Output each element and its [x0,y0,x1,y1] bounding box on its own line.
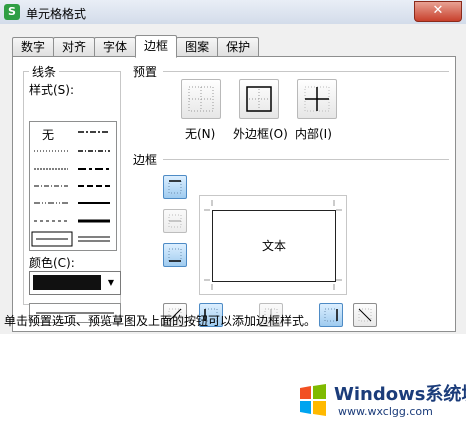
border-group-label: 边框 [133,153,158,167]
preset-outline-icon [246,86,272,112]
border-inside-horizontal-icon [168,214,182,228]
border-bottom-button[interactable] [163,243,187,267]
preset-inside-button[interactable] [297,79,337,119]
line-style-list[interactable]: 无 [29,121,117,251]
format-cells-dialog: 数字 对齐 字体 边框 图案 保护 线条 样式(S): 无 颜色(C): ▼ 预… [0,24,466,334]
presets-group-label: 预置 [133,65,158,79]
border-top-icon [168,180,182,194]
hint-text: 单击预置选项、预览草图及上面的按钮可以添加边框样式。 [4,314,317,328]
preset-none-button[interactable] [181,79,221,119]
watermark: Windows系统城 www.wxclgg.com [292,378,466,424]
window-title: 单元格格式 [26,7,87,21]
border-tab-panel: 线条 样式(S): 无 颜色(C): ▼ 预置 无(N) 外边框(O) 内部(I… [12,56,456,332]
preset-none-label: 无(N) [185,127,216,141]
app-icon: S [4,4,20,20]
watermark-url: www.wxclgg.com [338,405,433,418]
tab-border[interactable]: 边框 [135,35,178,58]
border-top-button[interactable] [163,175,187,199]
preset-outline-button[interactable] [239,79,279,119]
border-bottom-icon [168,248,182,262]
windows-logo-icon [300,384,326,416]
preset-inside-label: 内部(I) [295,127,332,141]
tab-alignment[interactable]: 对齐 [53,37,96,56]
color-dropdown[interactable]: ▼ [29,271,121,295]
border-inside-horizontal-button[interactable] [163,209,187,233]
border-preview-area[interactable]: 文本 [199,195,347,295]
presets-divider [163,71,449,72]
tab-number[interactable]: 数字 [12,37,55,56]
selected-color-swatch [33,275,101,290]
title-bar: S 单元格格式 ✕ [0,0,466,25]
tab-pattern[interactable]: 图案 [176,37,219,56]
preset-none-icon [188,86,214,112]
border-divider [163,159,449,160]
color-label: 颜色(C): [29,256,75,270]
border-diagonal-down-button[interactable] [353,303,377,327]
close-button[interactable]: ✕ [414,1,462,22]
watermark-title: Windows系统城 [334,384,466,405]
chevron-down-icon[interactable]: ▼ [104,275,118,291]
diagonal-down-icon [358,308,372,322]
tab-protection[interactable]: 保护 [217,37,260,56]
tab-bar: 数字 对齐 字体 边框 图案 保护 [12,35,260,58]
tab-font[interactable]: 字体 [94,37,137,56]
line-group-label: 线条 [29,63,60,80]
border-right-button[interactable] [319,303,343,327]
preset-inside-icon [304,86,330,112]
line-style-swatches [31,131,110,247]
border-right-icon [324,308,338,322]
preset-outline-label: 外边框(O) [233,127,288,141]
preview-cell: 文本 [212,210,336,282]
style-label: 样式(S): [29,83,75,97]
